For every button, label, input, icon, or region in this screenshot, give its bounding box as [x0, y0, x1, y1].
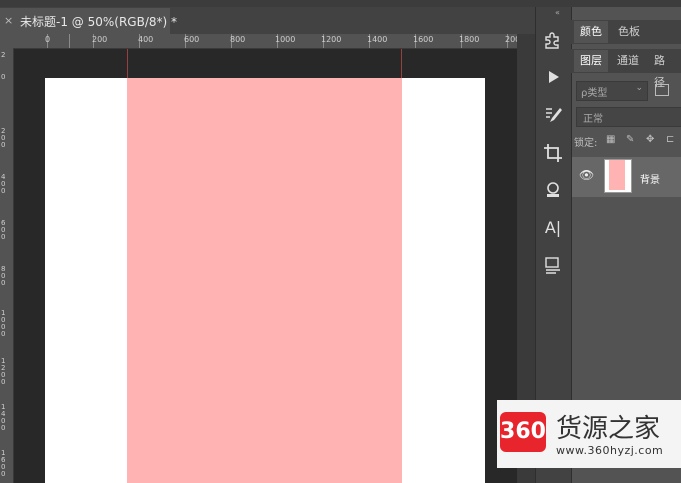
ruler-label: 1 2 0 0: [1, 357, 6, 386]
ruler-label: 0: [1, 73, 6, 81]
guide-line-left[interactable]: [127, 49, 128, 78]
watermark-logo: 360: [500, 412, 546, 452]
lock-label: 锁定:: [574, 138, 598, 149]
layer-filter-select[interactable]: ρ类型 ⌄: [576, 81, 648, 101]
filter-label: ρ类型: [581, 88, 608, 99]
tab-color[interactable]: 颜色: [574, 21, 608, 43]
play-icon[interactable]: [539, 63, 567, 91]
guide-line-right[interactable]: [401, 49, 402, 78]
lock-artboard-icon[interactable]: ⊏: [666, 134, 674, 145]
ruler-label: 1 0 0 0: [1, 309, 6, 338]
eye-icon[interactable]: 👁: [579, 168, 594, 182]
blend-mode-value: 正常: [583, 114, 603, 125]
document-tab-title: 未标题-1 @ 50%(RGB/8*) *: [20, 15, 177, 29]
tab-channels[interactable]: 通道: [611, 50, 645, 72]
ruler-label: 800: [230, 35, 246, 44]
chevron-down-icon: ⌄: [635, 83, 643, 93]
ruler-label: 400: [138, 35, 154, 44]
crop-icon[interactable]: [539, 139, 567, 167]
ruler-label: 200: [92, 35, 108, 44]
tab-layers[interactable]: 图层: [574, 50, 608, 72]
tab-paths[interactable]: 路径: [648, 50, 681, 89]
ruler-label: 2: [1, 51, 6, 59]
brush-settings-icon[interactable]: [539, 101, 567, 129]
ruler-label: 4 0 0: [1, 173, 6, 195]
lock-transparent-icon[interactable]: ▦: [606, 134, 615, 145]
horizontal-ruler[interactable]: 0 200 400 600 800 1000 1200 1400 1600 18…: [13, 34, 520, 49]
document-tab[interactable]: × 未标题-1 @ 50%(RGB/8*) *: [0, 8, 177, 34]
ruler-label: 1000: [275, 35, 296, 44]
tab-close-icon[interactable]: ×: [4, 14, 13, 27]
vertical-ruler[interactable]: 2 0 2 0 0 4 0 0 6 0 0 8 0 0 1 0 0 0 1 2 …: [0, 48, 14, 483]
ruler-label: 1 6 0 0: [1, 449, 6, 478]
puzzle-icon[interactable]: [539, 26, 567, 54]
ruler-label: 1200: [321, 35, 342, 44]
character-icon[interactable]: A|: [539, 214, 567, 242]
ruler-label: 6 0 0: [1, 219, 6, 241]
ruler-label: 1800: [459, 35, 480, 44]
image-filter-icon[interactable]: [655, 84, 669, 96]
lock-row: 锁定: ▦ ✎ ✥ ⊏: [574, 134, 681, 154]
ruler-origin[interactable]: [0, 34, 14, 49]
layer-name[interactable]: 背景: [640, 171, 660, 186]
ruler-label: 0: [45, 35, 51, 44]
window-top-strip: [0, 0, 681, 7]
stamp-icon[interactable]: [539, 176, 567, 204]
collapse-panels-icon[interactable]: «: [555, 8, 560, 17]
ruler-label: 1 4 0 0: [1, 403, 6, 432]
ruler-label: 8 0 0: [1, 265, 6, 287]
tab-swatches[interactable]: 色板: [612, 21, 646, 43]
ruler-label: 2 0 0: [1, 127, 6, 149]
paragraph-icon[interactable]: [539, 251, 567, 279]
ruler-label: 600: [184, 35, 200, 44]
watermark-url: www.360hyzj.com: [556, 444, 664, 457]
blend-mode-select[interactable]: 正常: [576, 107, 681, 127]
watermark-name: 货源之家: [556, 414, 661, 444]
layer-thumbnail-fill: [609, 160, 625, 190]
pink-rectangle-layer[interactable]: [127, 78, 402, 483]
lock-move-icon[interactable]: ✥: [646, 134, 654, 145]
lock-paint-icon[interactable]: ✎: [626, 134, 634, 145]
ruler-label: 1400: [367, 35, 388, 44]
ruler-label: 1600: [413, 35, 434, 44]
